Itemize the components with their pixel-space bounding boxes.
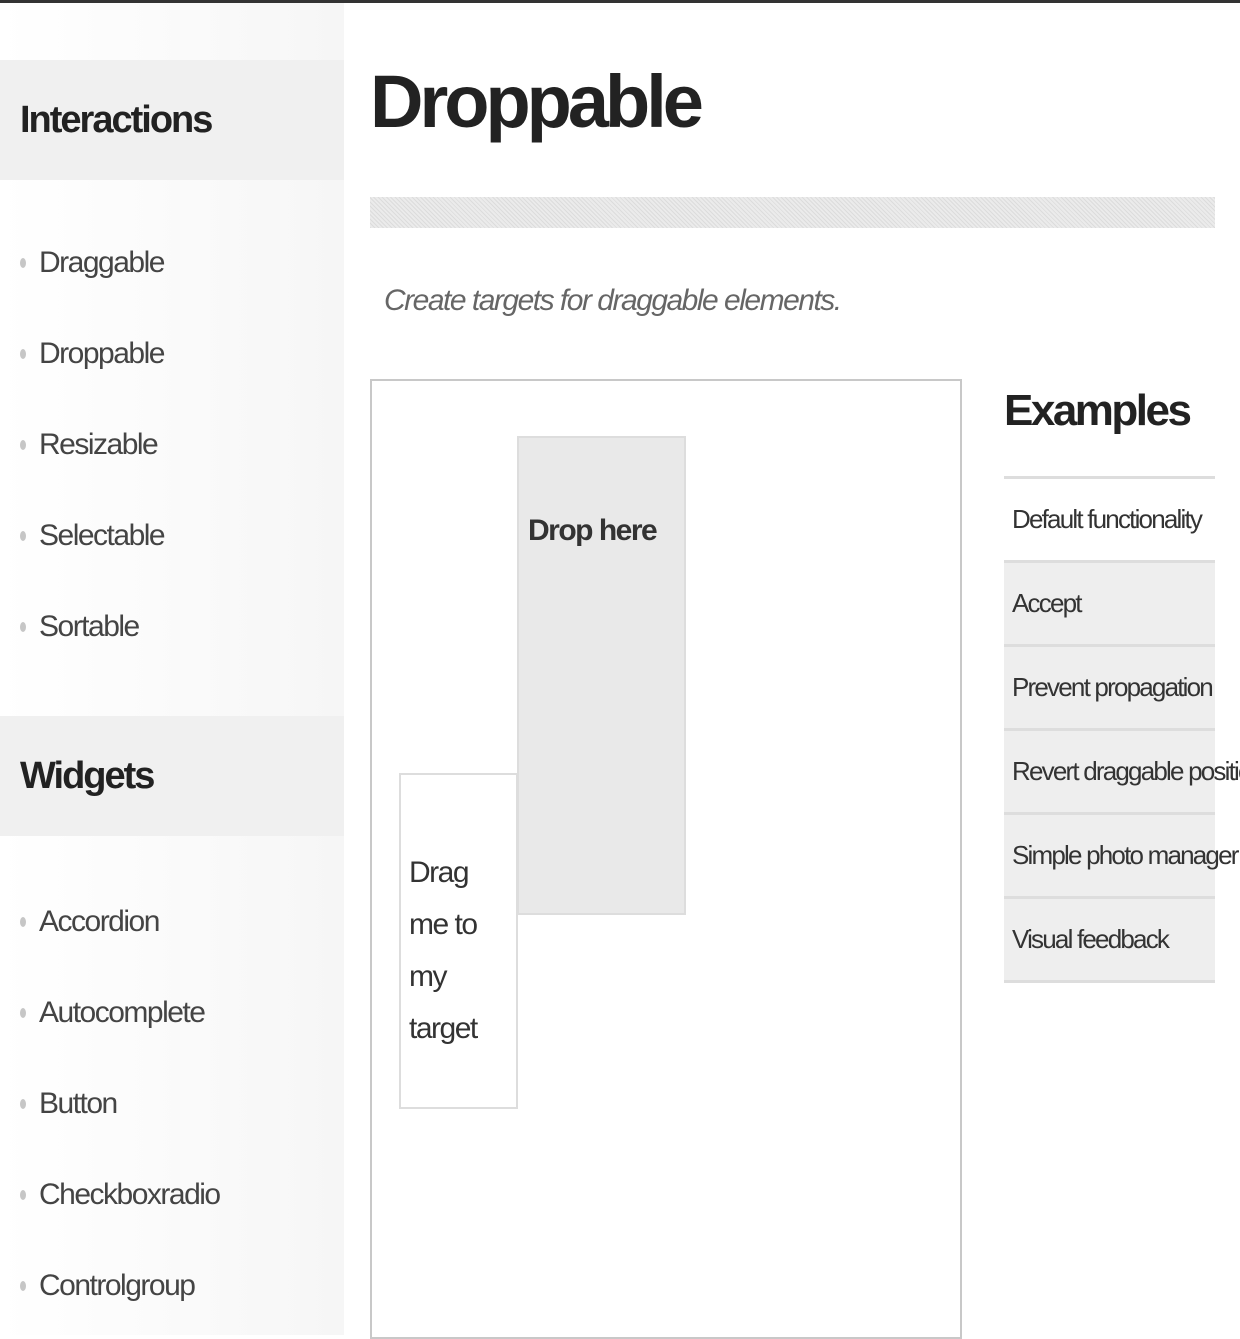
sidebar-item-checkboxradio[interactable]: Checkboxradio <box>0 1149 344 1240</box>
bullet-icon <box>20 1280 26 1291</box>
bullet-icon <box>20 916 26 927</box>
sidebar-item-accordion[interactable]: Accordion <box>0 876 344 967</box>
sidebar-item-autocomplete[interactable]: Autocomplete <box>0 967 344 1058</box>
page-subtitle: Create targets for draggable elements. <box>384 284 842 317</box>
example-prevent-propagation[interactable]: Prevent propagation <box>1004 647 1215 731</box>
sidebar-item-sortable[interactable]: Sortable <box>0 581 344 672</box>
example-revert-draggable-position[interactable]: Revert draggable position <box>1004 731 1240 815</box>
sidebar-item-label: Accordion <box>39 904 160 938</box>
sidebar-item-label: Resizable <box>39 427 159 461</box>
sidebar-item-label: Selectable <box>39 518 166 552</box>
sidebar-item-label: Button <box>39 1086 118 1120</box>
sidebar-item-label: Draggable <box>39 245 165 279</box>
bullet-icon <box>20 1189 26 1200</box>
sidebar-item-label: Controlgroup <box>39 1268 196 1302</box>
bullet-icon <box>20 621 26 632</box>
examples-heading: Examples <box>1004 386 1192 435</box>
sidebar-item-label: Checkboxradio <box>39 1177 221 1211</box>
example-default-functionality[interactable]: Default functionality <box>1004 479 1215 563</box>
sidebar-item-droppable[interactable]: Droppable <box>0 308 344 399</box>
title-separator <box>370 197 1215 228</box>
sidebar-item-label: Droppable <box>39 336 165 370</box>
sidebar-item-resizable[interactable]: Resizable <box>0 399 344 490</box>
droppable-target[interactable]: Drop here <box>517 436 686 915</box>
bullet-icon <box>20 530 26 541</box>
example-visual-feedback[interactable]: Visual feedback <box>1004 899 1215 983</box>
bullet-icon <box>20 1007 26 1018</box>
sidebar-item-controlgroup[interactable]: Controlgroup <box>0 1240 344 1331</box>
examples-list: Default functionality Accept Prevent pro… <box>1004 476 1240 983</box>
sidebar-heading-widgets: Widgets <box>0 716 344 836</box>
bullet-icon <box>20 348 26 359</box>
bullet-icon <box>20 257 26 268</box>
sidebar-item-label: Sortable <box>39 609 140 643</box>
sidebar-heading-interactions: Interactions <box>0 60 344 180</box>
sidebar-list-interactions: Draggable Droppable Resizable Selectable… <box>0 217 344 672</box>
sidebar-item-button[interactable]: Button <box>0 1058 344 1149</box>
example-simple-photo-manager[interactable]: Simple photo manager <box>1004 815 1239 899</box>
example-accept[interactable]: Accept <box>1004 563 1215 647</box>
draggable-box[interactable]: Drag me to my target <box>399 773 518 1109</box>
sidebar-item-draggable[interactable]: Draggable <box>0 217 344 308</box>
sidebar-list-widgets: Accordion Autocomplete Button Checkboxra… <box>0 876 344 1331</box>
page-title: Droppable <box>370 60 704 143</box>
bullet-icon <box>20 439 26 450</box>
bullet-icon <box>20 1098 26 1109</box>
sidebar-item-selectable[interactable]: Selectable <box>0 490 344 581</box>
sidebar: Interactions Draggable Droppable Resizab… <box>0 3 344 1335</box>
sidebar-item-label: Autocomplete <box>39 995 206 1029</box>
droppable-label: Drop here <box>528 514 658 547</box>
